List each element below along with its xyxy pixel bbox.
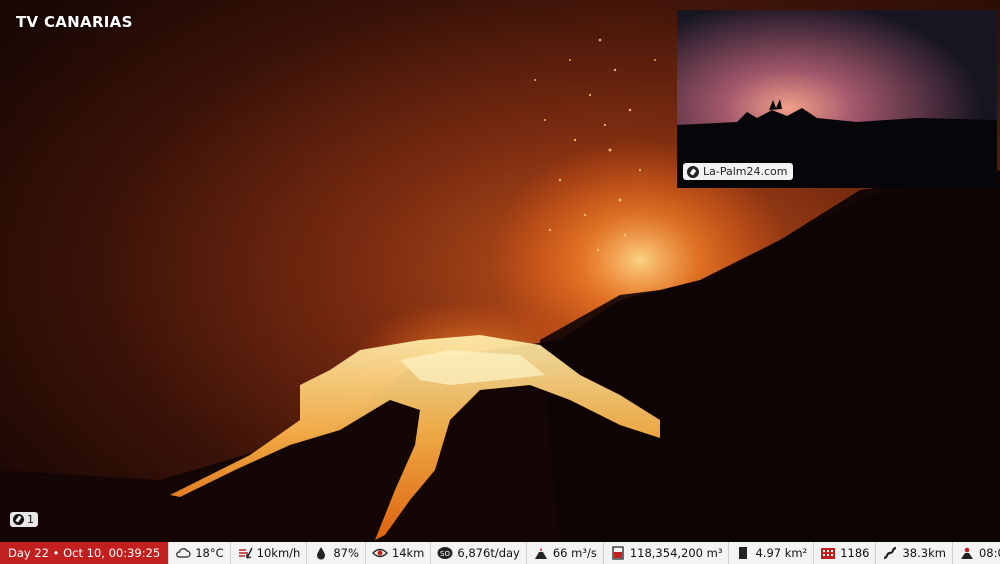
- area-value: 4.97 km²: [755, 546, 808, 560]
- temperature-item: 18°C: [168, 542, 229, 564]
- volume-beaker-icon: [610, 546, 626, 560]
- so2-value: 6,876t/day: [457, 546, 520, 560]
- visibility-value: 14km: [391, 546, 425, 560]
- pip-source-badge[interactable]: La-Palm24.com: [683, 163, 794, 180]
- status-bar: Day 22 • Oct 10, 00:39:25 18°C 10km/h 87…: [0, 542, 1000, 564]
- eruption-time-icon: [959, 546, 975, 560]
- wind-item: 10km/h: [229, 542, 307, 564]
- length-item: 38.3km: [875, 542, 951, 564]
- compass-icon: [13, 514, 24, 525]
- picture-in-picture-feed: La-Palm24.com: [677, 10, 997, 188]
- wind-value: 10km/h: [256, 546, 301, 560]
- humidity-item: 87%: [306, 542, 365, 564]
- video-frame: TV CANARIAS La-Palm24.com 1 Day 22 • Oct…: [0, 0, 1000, 564]
- time-value: 08:08: [978, 546, 1000, 560]
- flow-item: 66 m³/s: [525, 542, 603, 564]
- camera-badge[interactable]: 1: [10, 512, 38, 527]
- flow-value: 66 m³/s: [552, 546, 597, 560]
- buildings-item: 1186: [813, 542, 875, 564]
- pip-source-label: La-Palm24.com: [703, 165, 788, 178]
- svg-text:SO: SO: [440, 550, 450, 558]
- area-icon: [735, 546, 751, 560]
- so2-icon: SO: [437, 546, 453, 560]
- humidity-drop-icon: [313, 546, 329, 560]
- volume-value: 118,354,200 m³: [629, 546, 723, 560]
- temperature-value: 18°C: [195, 546, 224, 560]
- visibility-item: 14km: [364, 542, 431, 564]
- time-item: 08:08: [951, 542, 1000, 564]
- channel-logo: TV CANARIAS: [16, 13, 133, 31]
- buildings-value: 1186: [840, 546, 870, 560]
- volume-item: 118,354,200 m³: [602, 542, 729, 564]
- area-item: 4.97 km²: [728, 542, 813, 564]
- cloud-icon: [175, 546, 191, 560]
- date-time: Day 22 • Oct 10, 00:39:25: [0, 542, 169, 564]
- camera-number: 1: [27, 513, 34, 526]
- eye-icon: [371, 546, 388, 560]
- lava-length-icon: [882, 546, 898, 560]
- compass-icon: [687, 165, 699, 178]
- so2-item: SO 6,876t/day: [430, 542, 525, 564]
- wind-direction-icon: [237, 546, 253, 560]
- length-value: 38.3km: [902, 546, 946, 560]
- volcano-flow-icon: [533, 546, 549, 560]
- humidity-value: 87%: [333, 546, 359, 560]
- buildings-icon: [820, 546, 836, 560]
